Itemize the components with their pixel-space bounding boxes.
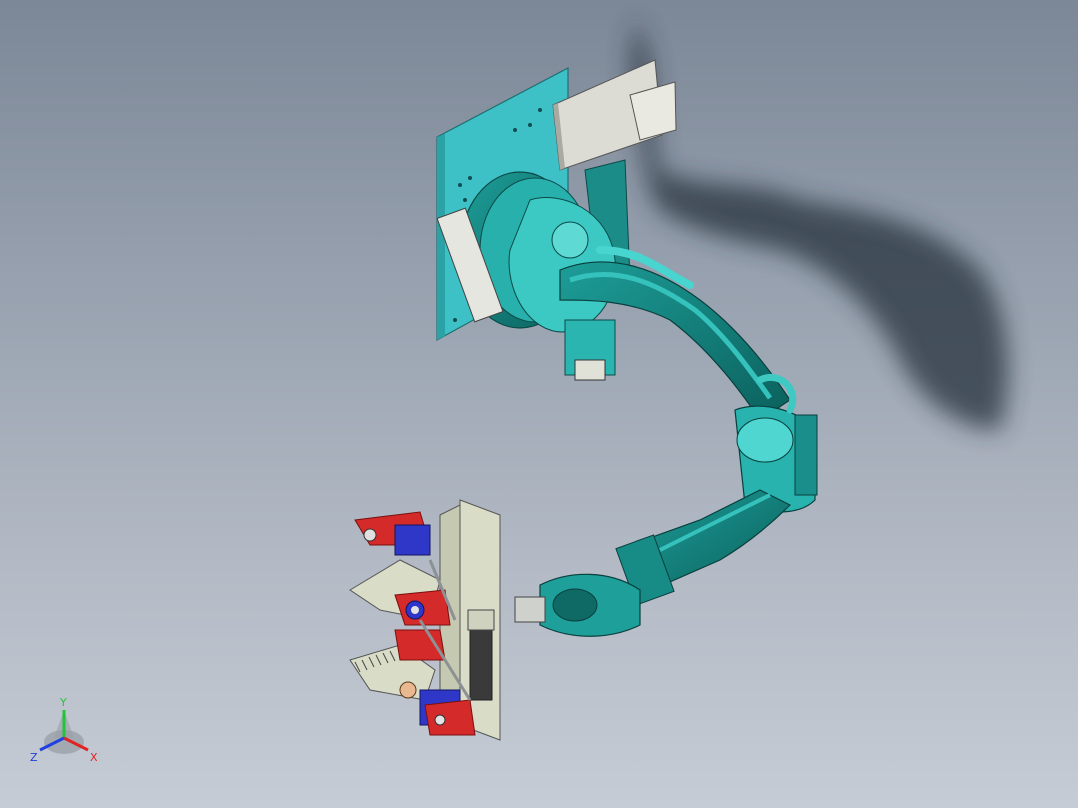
y-axis-label: Y [59, 696, 67, 709]
z-axis-label: Z [30, 751, 38, 764]
robot-wrist [514, 573, 641, 637]
3d-viewport[interactable]: Y X Z [0, 0, 1078, 808]
robot-model-scene[interactable] [0, 0, 1078, 808]
robot-shadow [630, 20, 1009, 430]
robot-forearm [615, 489, 792, 606]
top-bracket [552, 59, 677, 171]
coordinate-triad: Y X Z [30, 696, 98, 764]
x-axis-label: X [90, 751, 98, 764]
